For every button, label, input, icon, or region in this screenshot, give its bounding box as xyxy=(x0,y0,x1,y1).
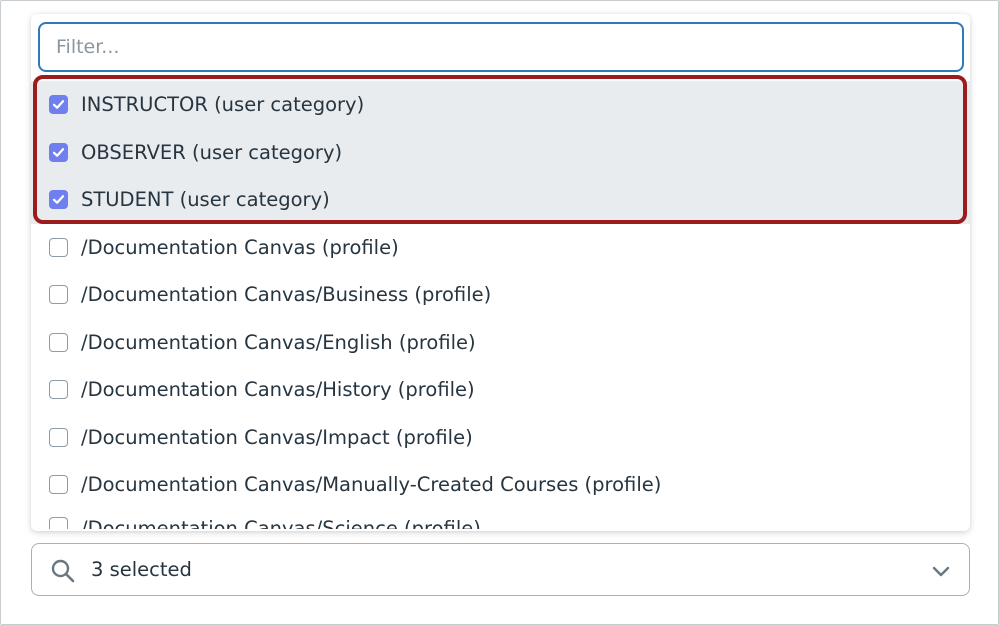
option-student[interactable]: STUDENT (user category) xyxy=(31,176,970,224)
multiselect-dropdown: INSTRUCTOR (user category) OBSERVER (use… xyxy=(31,14,970,531)
option-observer[interactable]: OBSERVER (user category) xyxy=(31,128,970,176)
checkbox[interactable] xyxy=(49,332,68,352)
checkbox[interactable] xyxy=(49,285,68,305)
search-icon xyxy=(51,559,75,583)
chevron-down-icon[interactable] xyxy=(931,561,951,581)
option-business[interactable]: /Documentation Canvas/Business (profile) xyxy=(31,271,970,319)
option-english[interactable]: /Documentation Canvas/English (profile) xyxy=(31,319,970,367)
option-history[interactable]: /Documentation Canvas/History (profile) xyxy=(31,366,970,414)
screenshot-frame: INSTRUCTOR (user category) OBSERVER (use… xyxy=(0,0,999,625)
checkbox[interactable] xyxy=(49,427,68,447)
checkbox[interactable] xyxy=(49,190,68,210)
filter-input[interactable] xyxy=(38,22,964,72)
checkmark-icon xyxy=(52,195,65,205)
multiselect-input[interactable]: 3 selected xyxy=(31,543,970,596)
option-label: /Documentation Canvas/English (profile) xyxy=(81,330,476,354)
option-label: OBSERVER (user category) xyxy=(81,140,343,164)
checkmark-icon xyxy=(52,100,65,110)
selected-count: 3 selected xyxy=(91,558,192,581)
checkbox[interactable] xyxy=(49,142,68,162)
option-impact[interactable]: /Documentation Canvas/Impact (profile) xyxy=(31,414,970,462)
option-science[interactable]: /Documentation Canvas/Science (profile) xyxy=(31,509,970,529)
option-label: /Documentation Canvas/Science (profile) xyxy=(81,516,481,529)
option-label: /Documentation Canvas (profile) xyxy=(81,235,399,259)
checkbox[interactable] xyxy=(49,516,68,529)
checkmark-icon xyxy=(52,147,65,157)
option-label: /Documentation Canvas/History (profile) xyxy=(81,378,475,402)
checkbox[interactable] xyxy=(49,237,68,257)
option-documentation-canvas[interactable]: /Documentation Canvas (profile) xyxy=(31,224,970,272)
option-label: /Documentation Canvas/Manually-Created C… xyxy=(81,473,662,497)
option-instructor[interactable]: INSTRUCTOR (user category) xyxy=(31,81,970,129)
checkbox[interactable] xyxy=(49,380,68,400)
checkbox[interactable] xyxy=(49,95,68,115)
option-manually-created-courses[interactable]: /Documentation Canvas/Manually-Created C… xyxy=(31,461,970,509)
option-label: /Documentation Canvas/Impact (profile) xyxy=(81,425,473,449)
checkbox[interactable] xyxy=(49,475,68,495)
option-label: STUDENT (user category) xyxy=(81,188,330,212)
options-list[interactable]: INSTRUCTOR (user category) OBSERVER (use… xyxy=(31,81,970,529)
option-label: INSTRUCTOR (user category) xyxy=(81,93,365,117)
option-label: /Documentation Canvas/Business (profile) xyxy=(81,283,492,307)
